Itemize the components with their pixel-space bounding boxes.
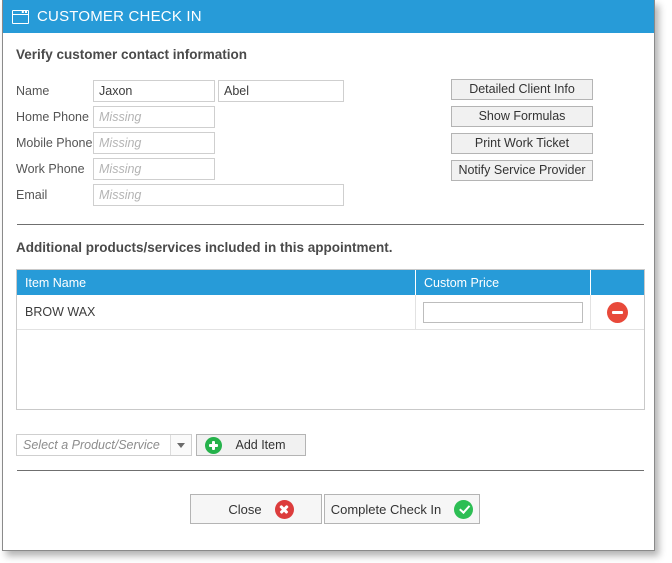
show-formulas-button[interactable]: Show Formulas xyxy=(451,106,593,127)
plus-circle-icon xyxy=(205,436,222,454)
x-circle-icon xyxy=(274,499,294,519)
dialog-title-bar: CUSTOMER CHECK IN xyxy=(3,0,654,33)
home-phone-input[interactable] xyxy=(93,106,215,128)
detailed-client-info-button[interactable]: Detailed Client Info xyxy=(451,79,593,100)
dialog-title: CUSTOMER CHECK IN xyxy=(37,8,202,25)
window-form-icon xyxy=(12,9,29,24)
last-name-input[interactable] xyxy=(218,80,344,102)
remove-circle-icon[interactable] xyxy=(607,301,628,323)
print-work-ticket-button[interactable]: Print Work Ticket xyxy=(451,133,593,154)
add-item-button-label: Add Item xyxy=(235,438,286,452)
dialog-body: Verify customer contact information Name… xyxy=(3,33,654,550)
label-mobile-phone: Mobile Phone xyxy=(16,136,93,150)
table-row: BROW WAX xyxy=(17,295,644,330)
product-service-select-placeholder: Select a Product/Service xyxy=(23,438,160,452)
notify-service-provider-button[interactable]: Notify Service Provider xyxy=(451,160,593,181)
close-button-label: Close xyxy=(228,501,262,517)
column-header-custom-price: Custom Price xyxy=(416,270,591,295)
cell-remove-action xyxy=(591,295,644,329)
form-row-name: Name xyxy=(16,80,344,102)
form-row-home-phone: Home Phone xyxy=(16,106,215,128)
email-input[interactable] xyxy=(93,184,344,206)
check-circle-icon xyxy=(454,499,474,519)
first-name-input[interactable] xyxy=(93,80,215,102)
cell-item-name: BROW WAX xyxy=(17,295,416,329)
separator-top xyxy=(17,224,644,225)
form-row-mobile-phone: Mobile Phone xyxy=(16,132,215,154)
separator-bottom xyxy=(17,470,644,471)
mobile-phone-input[interactable] xyxy=(93,132,215,154)
work-phone-input[interactable] xyxy=(93,158,215,180)
form-row-work-phone: Work Phone xyxy=(16,158,215,180)
additional-section-heading: Additional products/services included in… xyxy=(16,240,393,255)
customer-check-in-dialog: CUSTOMER CHECK IN Verify customer contac… xyxy=(2,0,655,551)
label-home-phone: Home Phone xyxy=(16,110,89,124)
column-header-item-name: Item Name xyxy=(17,270,416,295)
form-row-email: Email xyxy=(16,184,344,206)
complete-check-in-button[interactable]: Complete Check In xyxy=(324,494,480,524)
product-service-select[interactable]: Select a Product/Service xyxy=(16,434,192,456)
complete-check-in-button-label: Complete Check In xyxy=(330,501,442,517)
label-email: Email xyxy=(16,188,48,202)
label-work-phone: Work Phone xyxy=(16,162,85,176)
label-name: Name xyxy=(16,84,50,98)
chevron-down-icon[interactable] xyxy=(170,435,191,455)
custom-price-input[interactable] xyxy=(423,301,583,323)
table-header-row: Item Name Custom Price xyxy=(17,270,644,295)
close-button[interactable]: Close xyxy=(190,494,322,524)
add-item-button[interactable]: Add Item xyxy=(196,434,306,456)
column-header-actions xyxy=(591,270,644,295)
verify-section-heading: Verify customer contact information xyxy=(16,47,248,62)
cell-custom-price xyxy=(416,295,591,329)
products-services-table: Item Name Custom Price BROW WAX xyxy=(16,269,645,410)
